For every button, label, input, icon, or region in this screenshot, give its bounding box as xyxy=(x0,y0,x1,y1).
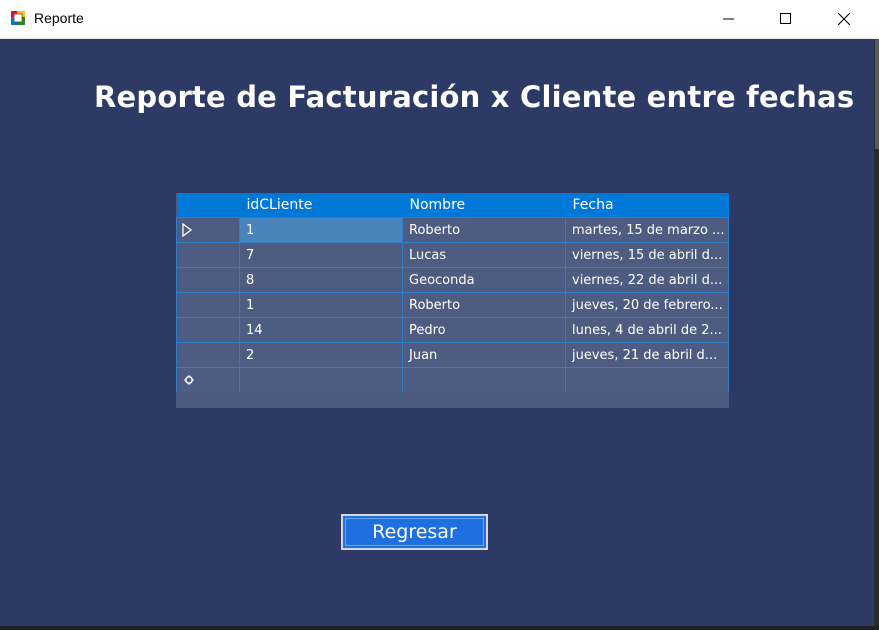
cell-idcliente[interactable]: 2 xyxy=(239,342,403,368)
row-header[interactable] xyxy=(176,267,240,293)
row-header[interactable] xyxy=(176,217,240,243)
regresar-button-label: Regresar xyxy=(372,521,457,543)
maximize-icon xyxy=(780,13,791,24)
cell-idcliente[interactable]: 1 xyxy=(239,292,403,318)
cell-fecha[interactable]: lunes, 4 de abril de 2... xyxy=(565,317,729,343)
table-row[interactable]: 7 Lucas viernes, 15 de abril d... xyxy=(176,242,729,268)
cell-idcliente[interactable]: 8 xyxy=(239,267,403,293)
grid-corner-header[interactable] xyxy=(176,193,240,218)
new-cell-idcliente[interactable] xyxy=(239,367,403,393)
cell-nombre[interactable]: Geoconda xyxy=(402,267,566,293)
table-row[interactable]: 2 Juan jueves, 21 de abril d... xyxy=(176,342,729,368)
cell-fecha[interactable]: jueves, 21 de abril d... xyxy=(565,342,729,368)
table-row[interactable]: 14 Pedro lunes, 4 de abril de 2... xyxy=(176,317,729,343)
row-header[interactable] xyxy=(176,367,240,393)
cell-nombre[interactable]: Juan xyxy=(402,342,566,368)
cell-fecha[interactable]: jueves, 20 de febrero... xyxy=(565,292,729,318)
table-row[interactable]: 8 Geoconda viernes, 22 de abril d... xyxy=(176,267,729,293)
report-title: Reporte de Facturación x Cliente entre f… xyxy=(94,80,855,114)
minimize-icon xyxy=(723,18,734,20)
row-header[interactable] xyxy=(176,342,240,368)
column-header-idcliente[interactable]: idCLiente xyxy=(239,193,403,218)
current-row-arrow-icon xyxy=(182,222,193,238)
cell-nombre[interactable]: Roberto xyxy=(402,292,566,318)
row-header[interactable] xyxy=(176,242,240,268)
close-button[interactable] xyxy=(815,0,873,38)
window-bottom-edge xyxy=(0,626,879,630)
column-header-nombre[interactable]: Nombre xyxy=(402,193,566,218)
title-bar: Reporte xyxy=(0,0,879,39)
cell-idcliente[interactable]: 1 xyxy=(239,217,403,243)
grid-empty-area xyxy=(176,392,729,408)
new-row[interactable] xyxy=(176,367,729,393)
table-row[interactable]: 1 Roberto jueves, 20 de febrero... xyxy=(176,292,729,318)
cell-fecha[interactable]: martes, 15 de marzo ... xyxy=(565,217,729,243)
cell-fecha[interactable]: viernes, 22 de abril d... xyxy=(565,267,729,293)
cell-idcliente[interactable]: 7 xyxy=(239,242,403,268)
data-grid-table: idCLiente Nombre Fecha 1 Roberto martes,… xyxy=(176,193,729,393)
row-header[interactable] xyxy=(176,317,240,343)
grid-header-row: idCLiente Nombre Fecha xyxy=(176,193,729,218)
close-icon xyxy=(838,13,850,25)
maximize-button[interactable] xyxy=(757,0,815,38)
window-title: Reporte xyxy=(34,10,84,26)
minimize-button[interactable] xyxy=(700,0,758,38)
cell-nombre[interactable]: Pedro xyxy=(402,317,566,343)
table-row[interactable]: 1 Roberto martes, 15 de marzo ... xyxy=(176,217,729,243)
windows-form-icon xyxy=(11,11,25,25)
data-grid[interactable]: idCLiente Nombre Fecha 1 Roberto martes,… xyxy=(176,193,729,408)
window-edge-accent xyxy=(875,39,879,149)
column-header-fecha[interactable]: Fecha xyxy=(565,193,729,218)
cell-nombre[interactable]: Lucas xyxy=(402,242,566,268)
new-cell-fecha[interactable] xyxy=(565,367,729,393)
cell-fecha[interactable]: viernes, 15 de abril d... xyxy=(565,242,729,268)
cell-idcliente[interactable]: 14 xyxy=(239,317,403,343)
new-cell-nombre[interactable] xyxy=(402,367,566,393)
row-header[interactable] xyxy=(176,292,240,318)
new-row-icon xyxy=(184,375,194,385)
regresar-button[interactable]: Regresar xyxy=(341,514,488,550)
cell-nombre[interactable]: Roberto xyxy=(402,217,566,243)
